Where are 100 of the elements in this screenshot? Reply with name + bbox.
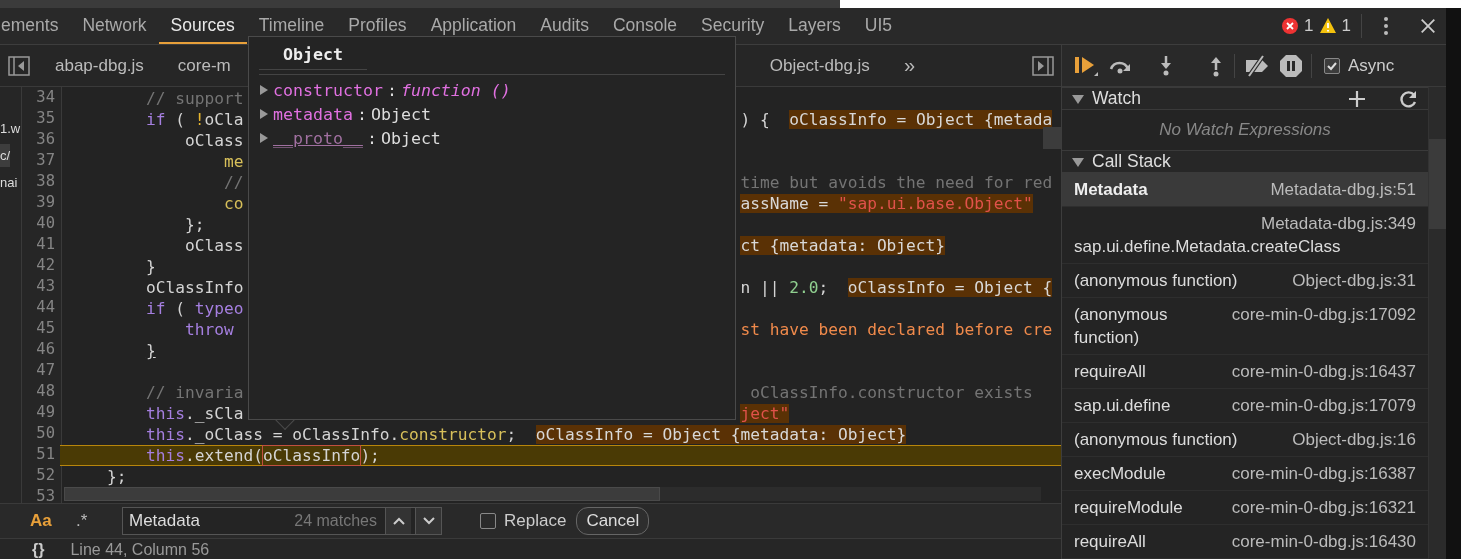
deactivate-breakpoints-icon[interactable] bbox=[1243, 53, 1271, 78]
code-text: } bbox=[145, 257, 156, 276]
frame-location[interactable]: core-min-0-dbg.js:16430 bbox=[1231, 530, 1416, 553]
line-number: 37 bbox=[35, 151, 56, 171]
line-number: 51 bbox=[35, 445, 56, 465]
call-frame[interactable]: Metadata Metadata-dbg.js:51 bbox=[1062, 173, 1428, 207]
frame-location[interactable]: core-min-0-dbg.js:17092 bbox=[1231, 303, 1416, 326]
code-text: .extend( bbox=[184, 446, 263, 465]
replace-checkbox[interactable] bbox=[480, 513, 496, 529]
code-text: ._oClass = oClassInfo. bbox=[184, 425, 400, 444]
frame-name: (anonymous function) bbox=[1074, 270, 1238, 292]
call-frame[interactable]: requireAll core-min-0-dbg.js:16437 bbox=[1062, 355, 1428, 389]
property-row[interactable]: metadata : Object bbox=[259, 102, 431, 126]
sidebar-scrollbar[interactable] bbox=[1428, 87, 1446, 559]
frame-location[interactable]: core-min-0-dbg.js:16387 bbox=[1231, 462, 1416, 485]
code-keyword: this bbox=[145, 425, 185, 444]
file-tab[interactable]: core-m bbox=[160, 55, 248, 76]
code-operator: ! bbox=[194, 110, 205, 129]
line-number: 42 bbox=[35, 256, 56, 276]
async-checkbox[interactable] bbox=[1324, 57, 1340, 74]
property-row[interactable]: __proto__ : Object bbox=[259, 126, 441, 150]
file-tab[interactable]: abap-dbg.js bbox=[38, 55, 161, 76]
property-row[interactable]: constructor : function () bbox=[259, 78, 511, 102]
frame-location[interactable]: core-min-0-dbg.js:17079 bbox=[1231, 394, 1416, 417]
frame-name: requireAll bbox=[1074, 361, 1146, 383]
line-number: 45 bbox=[35, 319, 56, 339]
match-count: 24 matches bbox=[294, 512, 378, 530]
code-keyword: this bbox=[145, 404, 185, 423]
call-frame[interactable]: (anonymous function) Object-dbg.js:16 bbox=[1062, 423, 1428, 457]
frame-name: requireModule bbox=[1074, 497, 1183, 519]
line-number: 46 bbox=[35, 340, 56, 360]
line-number: 49 bbox=[35, 403, 56, 423]
code-property: constructor bbox=[399, 425, 507, 444]
call-frame[interactable]: requireModule core-min-0-dbg.js:16321 bbox=[1062, 491, 1428, 525]
code-comment: // support bbox=[145, 89, 244, 108]
code-text: }; bbox=[106, 467, 127, 486]
code-string: st have been declared before cre bbox=[740, 320, 1053, 339]
frame-location[interactable]: core-min-0-dbg.js:16437 bbox=[1231, 360, 1416, 383]
search-field[interactable]: Metadata 24 matches bbox=[122, 507, 442, 535]
code-property: me bbox=[223, 152, 244, 171]
frame-location[interactable]: core-min-0-dbg.js:16321 bbox=[1231, 496, 1416, 519]
panel-tab[interactable]: Layers bbox=[776, 8, 853, 44]
warning-icon bbox=[1318, 17, 1337, 35]
call-frame[interactable]: (anonymous function) Object-dbg.js:31 bbox=[1062, 264, 1428, 298]
cancel-button[interactable]: Cancel bbox=[576, 507, 650, 535]
file-tab[interactable]: Object-dbg.js bbox=[752, 55, 887, 76]
code-text: n || bbox=[740, 278, 781, 297]
navigator-item[interactable]: 1.w bbox=[0, 117, 21, 140]
expand-icon bbox=[259, 84, 269, 96]
pause-on-exceptions-icon[interactable] bbox=[1279, 53, 1303, 78]
call-frame[interactable]: sap.ui.define core-min-0-dbg.js:17079 bbox=[1062, 389, 1428, 423]
frame-location[interactable]: Object-dbg.js:31 bbox=[1292, 269, 1416, 292]
panel-tab[interactable]: ements bbox=[0, 8, 71, 44]
pretty-print-button[interactable]: {} bbox=[32, 539, 45, 559]
async-label: Async bbox=[1348, 55, 1395, 76]
next-match-button[interactable] bbox=[415, 508, 441, 534]
code-comment: oClassInfo.constructor exists bbox=[750, 383, 1033, 402]
code-text: }; bbox=[184, 215, 205, 234]
pane-title: Watch bbox=[1092, 88, 1141, 109]
frame-location[interactable]: Metadata-dbg.js:51 bbox=[1270, 178, 1416, 201]
close-icon[interactable] bbox=[1419, 17, 1437, 35]
horizontal-scrollbar[interactable] bbox=[64, 487, 1041, 501]
frame-name: sap.ui.define.Metadata.createClass bbox=[1074, 236, 1342, 258]
more-icon[interactable] bbox=[1383, 16, 1389, 36]
call-frame[interactable]: execModule core-min-0-dbg.js:16387 bbox=[1062, 457, 1428, 491]
call-stack-header[interactable]: Call Stack bbox=[1062, 150, 1428, 173]
frame-name: (anonymous function) bbox=[1074, 304, 1169, 349]
code-text: ( bbox=[174, 110, 186, 129]
panel-tab[interactable]: UI5 bbox=[852, 8, 905, 44]
error-icon bbox=[1281, 17, 1300, 35]
previous-match-button[interactable] bbox=[385, 508, 411, 534]
inline-value: oClassInfo = Object {metada bbox=[789, 110, 1053, 129]
code-keyword: typeo bbox=[194, 299, 244, 318]
line-number: 40 bbox=[35, 214, 56, 234]
more-tabs-button[interactable]: » bbox=[886, 54, 1025, 77]
popover-title: Object bbox=[259, 41, 367, 70]
line-number: 41 bbox=[35, 235, 56, 255]
line-number: 53 bbox=[35, 487, 56, 507]
frame-location[interactable]: Metadata-dbg.js:349 bbox=[1261, 212, 1416, 235]
sidebar-toggle-icon[interactable] bbox=[8, 55, 30, 76]
watch-header[interactable]: Watch bbox=[1062, 87, 1428, 110]
refresh-icon[interactable] bbox=[1400, 89, 1418, 108]
vertical-scrollbar[interactable] bbox=[1043, 127, 1061, 149]
code-text: oCla bbox=[204, 110, 244, 129]
add-icon[interactable] bbox=[1348, 89, 1366, 108]
panel-tab[interactable]: Network bbox=[70, 8, 159, 44]
inline-value: oClassInfo = Object { bbox=[847, 278, 1053, 297]
regex-toggle[interactable]: .* bbox=[76, 511, 112, 531]
navigator-item[interactable]: c/ bbox=[0, 144, 11, 167]
code-text: ._sCla bbox=[184, 404, 244, 423]
line-number: 47 bbox=[35, 361, 56, 381]
match-case-toggle[interactable]: Aa bbox=[30, 511, 66, 531]
sidebar-toggle-icon[interactable] bbox=[1032, 55, 1054, 76]
error-count: 1 bbox=[1304, 16, 1314, 36]
call-frame[interactable]: requireAll core-min-0-dbg.js:16430 bbox=[1062, 525, 1428, 559]
frame-name: requireAll bbox=[1074, 531, 1146, 553]
navigator-item[interactable]: nai bbox=[0, 171, 18, 194]
inline-value: oClassInfo = Object {metadata: Object} bbox=[535, 425, 907, 444]
frame-location[interactable]: Object-dbg.js:16 bbox=[1292, 428, 1416, 451]
code-text: ( bbox=[174, 299, 186, 318]
